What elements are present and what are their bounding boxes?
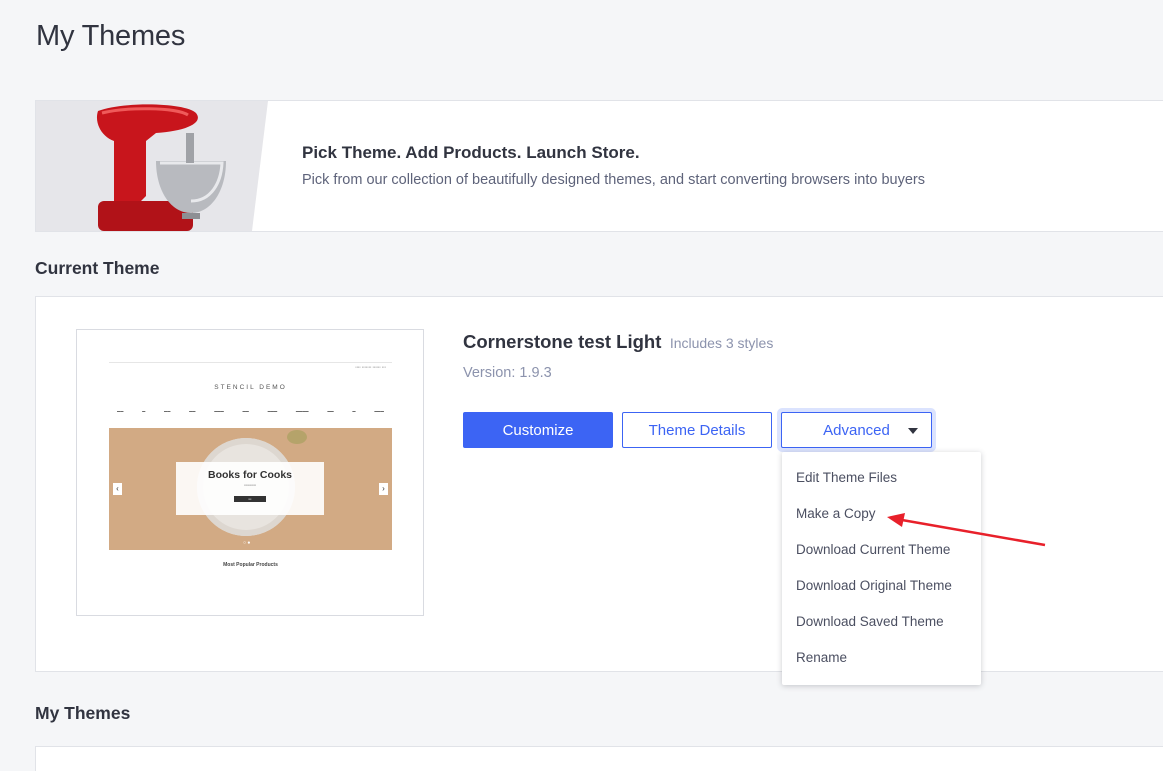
- preview-next-arrow-icon: ›: [379, 483, 388, 495]
- preview-bowl: [287, 430, 307, 444]
- advanced-menu: Edit Theme Files Make a Copy Download Cu…: [782, 452, 981, 685]
- preview-prev-arrow-icon: ‹: [113, 483, 122, 495]
- banner-subtitle: Pick from our collection of beautifully …: [302, 172, 926, 188]
- advanced-dropdown-button[interactable]: Advanced: [781, 412, 932, 448]
- theme-preview-site: ▪▪▪▪ ▪▪▪▪▪▪▪ ▪▪▪▪▪▪ ▪▪▪ STENCIL DEMO ▬▬ ▬…: [109, 362, 392, 582]
- menu-item-download-original-theme[interactable]: Download Original Theme: [782, 568, 981, 604]
- promo-banner: Pick Theme. Add Products. Launch Store. …: [35, 100, 1163, 232]
- preview-hero: Books for Cooks ▪▪▪▪▪▪▪▪▪▪▪ ▪▪▪ ‹ › ○ ●: [109, 428, 392, 550]
- theme-preview-thumbnail[interactable]: ▪▪▪▪ ▪▪▪▪▪▪▪ ▪▪▪▪▪▪ ▪▪▪ STENCIL DEMO ▬▬ ▬…: [76, 329, 424, 616]
- preview-shop-button: ▪▪▪: [234, 496, 266, 502]
- preview-hero-title: Books for Cooks: [207, 469, 292, 481]
- menu-item-download-saved-theme[interactable]: Download Saved Theme: [782, 604, 981, 640]
- preview-hero-subtitle: ▪▪▪▪▪▪▪▪▪▪▪: [244, 483, 256, 487]
- caret-down-icon: [908, 428, 918, 434]
- theme-styles-count: Includes 3 styles: [669, 335, 774, 351]
- menu-item-rename[interactable]: Rename: [782, 640, 981, 676]
- mixer-illustration: [36, 101, 286, 231]
- preview-carousel-dots: ○ ●: [243, 540, 251, 546]
- theme-name: Cornerstone test Light: [463, 331, 662, 352]
- menu-item-edit-theme-files[interactable]: Edit Theme Files: [782, 460, 981, 496]
- my-themes-card: [35, 746, 1163, 771]
- current-theme-card: ▪▪▪▪ ▪▪▪▪▪▪▪ ▪▪▪▪▪▪ ▪▪▪ STENCIL DEMO ▬▬ ▬…: [35, 296, 1163, 672]
- preview-section-title: Most Popular Products: [223, 562, 278, 568]
- stand-mixer-image: [36, 101, 286, 231]
- theme-details-button[interactable]: Theme Details: [622, 412, 772, 448]
- page-title: My Themes: [36, 20, 186, 52]
- my-themes-heading: My Themes: [35, 703, 131, 723]
- preview-top-nav: ▪▪▪▪ ▪▪▪▪▪▪▪ ▪▪▪▪▪▪ ▪▪▪: [355, 365, 386, 369]
- menu-item-download-current-theme[interactable]: Download Current Theme: [782, 532, 981, 568]
- menu-item-make-a-copy[interactable]: Make a Copy: [782, 496, 981, 532]
- customize-button[interactable]: Customize: [463, 412, 613, 448]
- preview-hero-box: Books for Cooks ▪▪▪▪▪▪▪▪▪▪▪ ▪▪▪: [176, 462, 324, 515]
- theme-version: Version: 1.9.3: [463, 365, 552, 381]
- preview-logo: STENCIL DEMO: [214, 384, 287, 391]
- banner-title: Pick Theme. Add Products. Launch Store.: [302, 143, 640, 162]
- current-theme-heading: Current Theme: [35, 258, 160, 278]
- preview-menu: ▬▬ ▬ ▬▬ ▬▬ ▬▬▬ ▬▬ ▬▬▬ ▬▬▬▬ ▬▬ ▬ ▬▬▬: [117, 409, 384, 413]
